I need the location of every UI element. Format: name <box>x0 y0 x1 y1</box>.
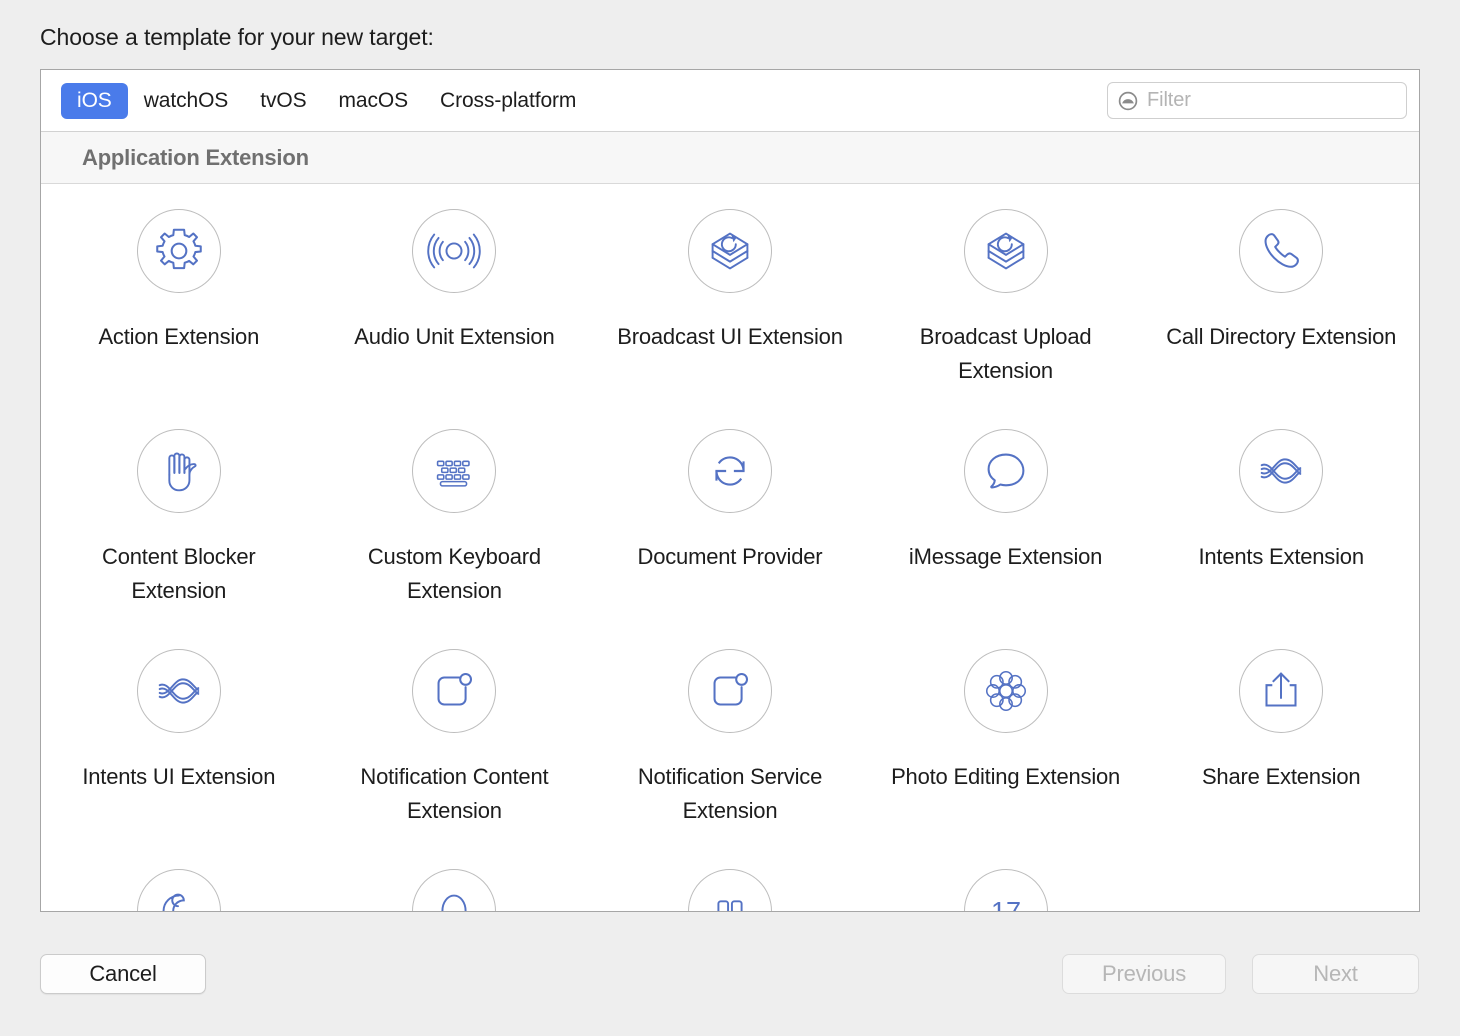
cancel-button[interactable]: Cancel <box>40 954 206 994</box>
gear-icon <box>137 209 221 293</box>
template-label: Photo Editing Extension <box>891 760 1120 794</box>
template-row: Content Blocker Extension <box>41 404 1419 624</box>
template-cell-partial-3[interactable] <box>592 844 868 911</box>
template-row: Action Extension <box>41 184 1419 404</box>
template-cell-share-extension[interactable]: Share Extension <box>1143 624 1419 844</box>
previous-button[interactable]: Previous <box>1062 954 1226 994</box>
template-cell-partial-5[interactable] <box>1143 844 1419 911</box>
hand-stop-icon <box>137 429 221 513</box>
tab-ios[interactable]: iOS <box>61 83 128 119</box>
template-cell-call-directory-extension[interactable]: Call Directory Extension <box>1143 184 1419 404</box>
template-label: iMessage Extension <box>909 540 1102 574</box>
template-row: Intents UI Extension Notification Conten… <box>41 624 1419 844</box>
template-cell-content-blocker-extension[interactable]: Content Blocker Extension <box>41 404 317 624</box>
template-cell-imessage-extension[interactable]: iMessage Extension <box>868 404 1144 624</box>
tab-macos[interactable]: macOS <box>323 83 425 119</box>
circular-arrows-icon <box>688 429 772 513</box>
template-label: Custom Keyboard Extension <box>334 540 574 608</box>
template-grid: Action Extension <box>41 184 1419 911</box>
template-cell-partial-4[interactable]: 17 <box>868 844 1144 911</box>
template-cell-intents-ui-extension[interactable]: Intents UI Extension <box>41 624 317 844</box>
speech-bubble-icon <box>964 429 1048 513</box>
template-cell-partial-1[interactable] <box>41 844 317 911</box>
section-header: Application Extension <box>41 132 1419 184</box>
template-cell-broadcast-upload-extension[interactable]: Broadcast Upload Extension <box>868 184 1144 404</box>
template-label: Call Directory Extension <box>1166 320 1396 354</box>
next-button[interactable]: Next <box>1252 954 1419 994</box>
template-cell-audio-unit-extension[interactable]: Audio Unit Extension <box>317 184 593 404</box>
template-label: Action Extension <box>98 320 259 354</box>
template-label: Share Extension <box>1202 760 1360 794</box>
template-label: Intents Extension <box>1198 540 1363 574</box>
tab-tvos[interactable]: tvOS <box>244 83 322 119</box>
template-row: 17 <box>41 844 1419 911</box>
template-label: Broadcast Upload Extension <box>886 320 1126 388</box>
double-rect-icon <box>688 869 772 911</box>
template-label: Notification Service Extension <box>610 760 850 828</box>
template-label: Audio Unit Extension <box>354 320 554 354</box>
audio-waves-icon <box>412 209 496 293</box>
number-17-icon: 17 <box>964 869 1048 911</box>
filter-placeholder: Filter <box>1147 89 1191 112</box>
crossed-waves-icon <box>137 649 221 733</box>
template-cell-broadcast-ui-extension[interactable]: Broadcast UI Extension <box>592 184 868 404</box>
blank-icon <box>1239 869 1323 911</box>
share-up-arrow-icon <box>1239 649 1323 733</box>
filter-icon <box>1117 90 1139 112</box>
platform-tabbar: iOS watchOS tvOS macOS Cross-platform Fi… <box>41 70 1419 132</box>
spiral-icon <box>137 869 221 911</box>
template-cell-photo-editing-extension[interactable]: Photo Editing Extension <box>868 624 1144 844</box>
platform-tabs: iOS watchOS tvOS macOS Cross-platform <box>61 83 592 119</box>
crossed-waves-icon <box>1239 429 1323 513</box>
tab-cross-platform[interactable]: Cross-platform <box>424 83 592 119</box>
phone-handset-icon <box>1239 209 1323 293</box>
svg-text:17: 17 <box>991 897 1021 911</box>
app-badge-icon <box>688 649 772 733</box>
template-panel: iOS watchOS tvOS macOS Cross-platform Fi… <box>40 69 1420 912</box>
template-cell-notification-service-extension[interactable]: Notification Service Extension <box>592 624 868 844</box>
template-cell-action-extension[interactable]: Action Extension <box>41 184 317 404</box>
template-cell-document-provider[interactable]: Document Provider <box>592 404 868 624</box>
tab-watchos[interactable]: watchOS <box>128 83 245 119</box>
photo-flower-icon <box>964 649 1048 733</box>
app-badge-icon <box>412 649 496 733</box>
choose-template-dialog: Choose a template for your new target: i… <box>0 0 1460 1036</box>
stacked-layers-refresh-icon <box>688 209 772 293</box>
template-label: Broadcast UI Extension <box>617 320 843 354</box>
template-label: Document Provider <box>638 540 823 574</box>
template-cell-custom-keyboard-extension[interactable]: Custom Keyboard Extension <box>317 404 593 624</box>
template-cell-partial-2[interactable] <box>317 844 593 911</box>
stacked-layers-refresh-icon <box>964 209 1048 293</box>
template-cell-notification-content-extension[interactable]: Notification Content Extension <box>317 624 593 844</box>
template-label: Content Blocker Extension <box>59 540 299 608</box>
template-cell-intents-extension[interactable]: Intents Extension <box>1143 404 1419 624</box>
keyboard-icon <box>412 429 496 513</box>
section-header-title: Application Extension <box>82 145 309 171</box>
template-label: Intents UI Extension <box>82 760 275 794</box>
dialog-footer: Cancel Previous Next <box>0 936 1460 1006</box>
oval-icon <box>412 869 496 911</box>
page-title: Choose a template for your new target: <box>40 24 434 51</box>
template-label: Notification Content Extension <box>334 760 574 828</box>
filter-field[interactable]: Filter <box>1107 82 1407 119</box>
